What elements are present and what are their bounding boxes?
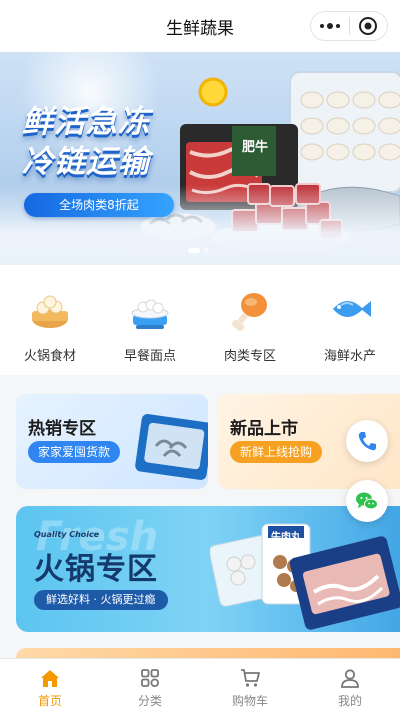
grid-icon (141, 669, 160, 688)
user-icon (341, 669, 359, 688)
hotpot-title: 火锅专区 (34, 552, 158, 587)
tab-cart[interactable]: 购物车 (200, 659, 300, 712)
more-menu-button[interactable] (311, 12, 349, 40)
category-label: 海鲜水产 (323, 349, 376, 364)
app-page: 生鲜蔬果 鲜活急冻 冷链运输 全场肉类8折起 肥牛 火锅食材 早餐面点 肉类专区… (0, 0, 400, 712)
hotpot-pack-label: 牛肉丸 (271, 532, 301, 543)
carousel-dot-active (188, 248, 200, 253)
tab-profile[interactable]: 我的 (300, 659, 400, 712)
wechat-icon (356, 492, 378, 510)
phone-icon (358, 432, 376, 451)
new-arrivals-tag: 新鲜上线抢购 (230, 441, 323, 463)
tab-home[interactable]: 首页 (0, 659, 100, 712)
hotpot-subtitle: 鲜选好料 · 火锅更过瘾 (34, 590, 168, 610)
carousel-indicator (188, 248, 209, 253)
target-icon (359, 17, 378, 35)
hotpot-quality: Quality Choice (34, 530, 100, 539)
nav-bar: 生鲜蔬果 (0, 0, 400, 52)
close-capsule-button[interactable] (349, 12, 387, 40)
category-label: 火锅食材 (23, 349, 76, 364)
category-meat[interactable]: 肉类专区 (200, 265, 300, 375)
category-breakfast[interactable]: 早餐面点 (100, 265, 200, 375)
hot-sale-card[interactable]: 热销专区 家家爱囤货款 (16, 394, 208, 489)
tab-label: 购物车 (231, 694, 268, 708)
lemon-slice (198, 77, 228, 107)
banner-headline-line2: 冷链运输 (22, 144, 150, 180)
call-button[interactable] (346, 420, 388, 462)
category-label: 早餐面点 (123, 349, 176, 364)
carousel-dot (204, 248, 209, 253)
mini-program-capsule (310, 11, 388, 41)
drumstick-icon (232, 293, 267, 331)
tab-label: 首页 (37, 694, 62, 708)
wechat-button[interactable] (346, 480, 388, 522)
banner-headline-line1: 鲜活急冻 (22, 104, 150, 140)
breakfast-pot-icon (131, 299, 169, 329)
bottom-tab-bar: 首页 分类 购物车 我的 (0, 658, 400, 712)
category-hotpot[interactable]: 火锅食材 (0, 265, 100, 375)
banner-promo-pill[interactable]: 全场肉类8折起 (24, 193, 174, 217)
category-label: 肉类专区 (223, 349, 276, 364)
tab-label: 分类 (137, 694, 162, 708)
hotpot-products-image (210, 523, 400, 630)
product-box-label: 肥牛 (241, 140, 268, 155)
tab-label: 我的 (337, 694, 362, 708)
hot-sale-tag: 家家爱囤货款 (28, 441, 121, 463)
category-seafood[interactable]: 海鲜水产 (300, 265, 400, 375)
cart-icon (241, 669, 260, 687)
home-icon (41, 670, 59, 687)
banner-headline: 鲜活急冻 冷链运输 (22, 102, 150, 182)
dumpling-basket-icon (32, 295, 68, 328)
shrimp-box-image (135, 414, 208, 480)
hero-banner[interactable]: 鲜活急冻 冷链运输 全场肉类8折起 肥牛 (0, 52, 400, 265)
hot-sale-title: 热销专区 (28, 419, 96, 439)
tab-category[interactable]: 分类 (100, 659, 200, 712)
fish-icon (333, 301, 371, 317)
hotpot-banner[interactable]: Fresh Quality Choice 火锅专区 鲜选好料 · 火锅更过瘾 牛… (16, 506, 400, 632)
category-grid: 火锅食材 早餐面点 肉类专区 海鲜水产 (0, 265, 400, 375)
new-arrivals-title: 新品上市 (230, 419, 298, 439)
